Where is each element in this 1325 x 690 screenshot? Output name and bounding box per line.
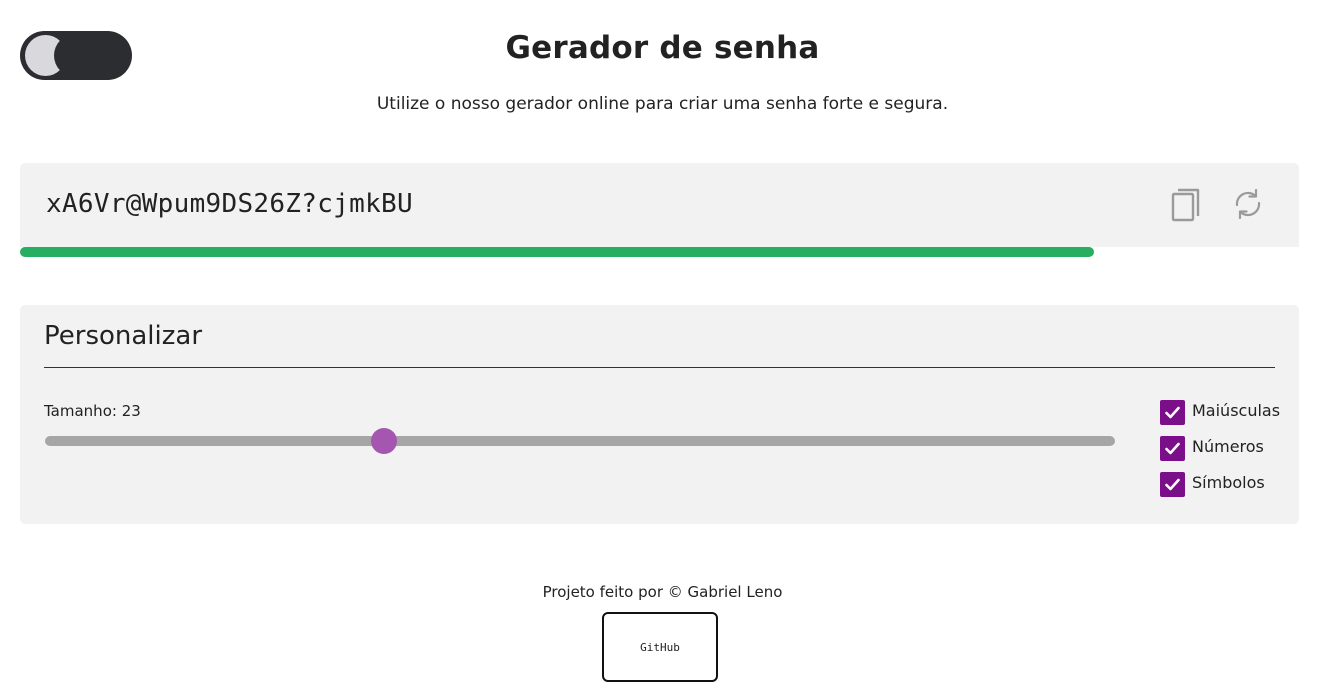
symbols-checkbox[interactable]: [1160, 472, 1185, 497]
length-label: Tamanho: 23: [44, 402, 141, 420]
uppercase-checkbox[interactable]: [1160, 400, 1185, 425]
customize-title: Personalizar: [44, 321, 203, 351]
option-symbols[interactable]: Símbolos: [1160, 472, 1280, 508]
refresh-button[interactable]: [1228, 184, 1268, 224]
option-label: Números: [1192, 437, 1264, 456]
length-slider-thumb[interactable]: [370, 428, 397, 454]
check-icon: [1165, 442, 1180, 455]
page-title: Gerador de senha: [505, 30, 820, 66]
check-icon: [1165, 478, 1180, 491]
page: Gerador de senha Utilize o nosso gerador…: [0, 0, 1325, 690]
password-box: xA6Vr@Wpum9DS26Z?cjmkBU: [20, 163, 1299, 258]
credit-text: Projeto feito por © Gabriel Leno: [542, 583, 783, 601]
option-uppercase[interactable]: Maiúsculas: [1160, 400, 1280, 436]
refresh-icon: [1235, 188, 1261, 220]
strength-bar: [20, 247, 1299, 258]
option-label: Símbolos: [1192, 473, 1265, 492]
password-output[interactable]: xA6Vr@Wpum9DS26Z?cjmkBU: [46, 189, 413, 219]
page-subtitle: Utilize o nosso gerador online para cria…: [376, 94, 949, 114]
customize-panel: Personalizar Tamanho: 23 Maiúsculas Núme…: [20, 305, 1299, 524]
option-label: Maiúsculas: [1192, 401, 1281, 420]
github-button[interactable]: GitHub: [602, 612, 718, 682]
divider: [44, 367, 1275, 368]
options-list: Maiúsculas Números Símbolos: [1160, 400, 1280, 508]
length-slider[interactable]: [45, 428, 1115, 454]
numbers-checkbox[interactable]: [1160, 436, 1185, 461]
copy-icon: [1171, 188, 1200, 222]
check-icon: [1165, 406, 1180, 419]
strength-bar-fill: [20, 247, 1095, 257]
copy-button[interactable]: [1168, 184, 1208, 224]
option-numbers[interactable]: Números: [1160, 436, 1280, 472]
